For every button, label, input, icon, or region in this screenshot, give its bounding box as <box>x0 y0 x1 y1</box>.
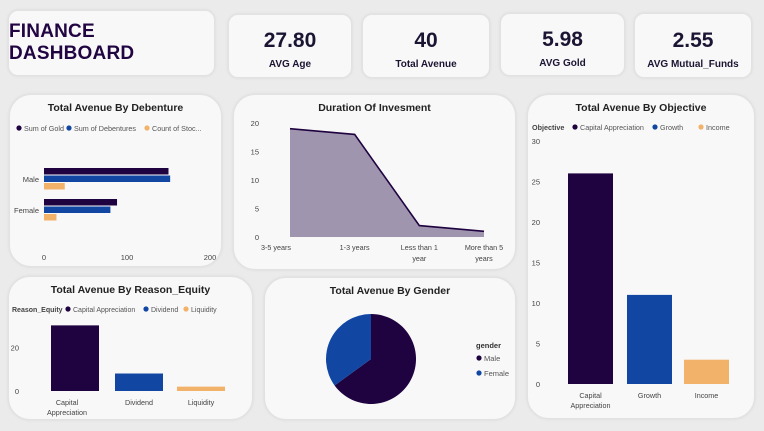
debenture-chart-card[interactable]: Total Avenue By Debenture Sum of Gold Sum… <box>9 94 222 267</box>
y-tick-label: 0 <box>255 233 259 242</box>
objective-bar-chart[interactable]: Objective Capital Appreciation Growth Incom… <box>528 95 755 419</box>
y-tick-label: 20 <box>532 218 540 227</box>
x-tick-label: 1-3 years <box>340 243 370 252</box>
x-tick-label: Liquidity <box>188 398 215 407</box>
kpi-label: Total Avenue <box>395 59 457 70</box>
gender-chart-card[interactable]: Total Avenue By Gender gender Male Female <box>264 277 516 420</box>
y-tick-label: 15 <box>251 148 259 157</box>
x-tick-label: 0 <box>42 253 46 262</box>
x-tick-label: 200 <box>204 253 217 262</box>
legend-label: Count of Stoc... <box>152 124 202 133</box>
legend-marker <box>143 306 149 312</box>
kpi-card-avg-gold[interactable]: 5.98 AVG Gold <box>500 13 625 76</box>
y-tick-label: 10 <box>532 299 540 308</box>
legend-marker <box>144 125 150 131</box>
legend-title: Objective <box>532 123 564 132</box>
bar <box>568 173 613 384</box>
objective-chart-card[interactable]: Total Avenue By Objective Objective Capit… <box>527 94 755 419</box>
legend-marker <box>698 124 704 130</box>
kpi-value: 27.80 <box>263 29 317 52</box>
category-label: Male <box>23 175 39 184</box>
legend-marker <box>476 370 482 376</box>
duration-chart-card[interactable]: Duration Of Invesment 0 5 10 15 20 3-5 years 1… <box>233 94 516 270</box>
y-tick-label: 20 <box>11 343 19 352</box>
legend-label: Sum of Debentures <box>74 124 136 133</box>
bar <box>44 175 171 182</box>
y-tick-label: 5 <box>255 205 259 214</box>
y-tick-label: 15 <box>532 259 540 268</box>
bar <box>627 294 672 384</box>
x-tick-label: Capital <box>579 391 602 400</box>
legend-label: Liquidity <box>191 307 217 314</box>
legend-marker <box>16 125 22 131</box>
kpi-label: AVG Mutual_Funds <box>647 59 739 70</box>
y-tick-label: 10 <box>251 176 259 185</box>
legend-marker <box>65 306 71 312</box>
legend-label: Growth <box>660 123 683 132</box>
x-tick-label: Appreciation <box>47 408 87 417</box>
debenture-bar-chart[interactable]: Sum of Gold Sum of Debentures Count of Sto… <box>10 95 222 267</box>
y-tick-label: 20 <box>251 119 259 128</box>
bar <box>115 373 163 391</box>
bar <box>684 359 729 384</box>
x-tick-label: Less than 1 <box>401 243 438 252</box>
legend-label: Sum of Gold <box>24 124 64 133</box>
x-tick-label: More than 5 <box>465 243 503 252</box>
legend-marker <box>572 124 578 130</box>
legend-label: Female <box>484 369 509 378</box>
x-tick-label: 100 <box>121 253 134 262</box>
legend-label: Male <box>484 354 500 363</box>
legend-title: Reason_Equity <box>12 307 63 314</box>
bar <box>44 214 57 221</box>
legend-label: Capital Appreciation <box>580 123 644 132</box>
x-tick-label: Dividend <box>125 398 153 407</box>
bar <box>44 206 111 213</box>
y-tick-label: 0 <box>15 387 19 396</box>
kpi-label: AVG Age <box>268 59 312 70</box>
kpi-card-avg-age[interactable]: 27.80 AVG Age <box>228 14 352 78</box>
bar <box>44 199 118 206</box>
duration-area-chart[interactable]: 0 5 10 15 20 3-5 years 1-3 years Less than 1 yea… <box>234 95 516 270</box>
reason-equity-bar-chart[interactable]: Reason_Equity Capital Appreciation Dividen… <box>9 277 253 420</box>
x-tick-label: Growth <box>638 391 661 400</box>
x-tick-label: 3-5 years <box>261 243 291 252</box>
legend-label: Capital Appreciation <box>73 307 135 314</box>
y-tick-label: 0 <box>536 380 540 389</box>
x-tick-label: Capital <box>56 398 79 407</box>
legend-marker <box>476 355 482 361</box>
x-tick-label: years <box>475 254 493 263</box>
kpi-label: AVG Gold <box>539 58 586 69</box>
kpi-value: 40 <box>414 29 438 52</box>
y-tick-label: 25 <box>532 178 540 187</box>
dashboard-title: FINANCE DASHBOARD <box>9 21 135 64</box>
legend-marker <box>183 306 189 312</box>
category-label: Female <box>14 206 39 215</box>
dashboard-title-card: FINANCE DASHBOARD <box>8 10 215 76</box>
x-tick-label: Appreciation <box>571 401 611 410</box>
kpi-value: 5.98 <box>542 28 583 51</box>
kpi-card-total-avenue[interactable]: 40 Total Avenue <box>362 14 490 78</box>
gender-pie-chart[interactable]: gender Male Female <box>265 278 516 420</box>
bar <box>177 386 225 391</box>
legend-title: gender <box>476 341 501 350</box>
x-tick-label: Income <box>695 391 719 400</box>
kpi-value: 2.55 <box>672 29 714 52</box>
legend-marker <box>652 124 658 130</box>
y-tick-label: 5 <box>536 340 540 349</box>
reason-equity-chart-card[interactable]: Total Avenue By Reason_Equity Reason_Equ… <box>8 276 253 420</box>
kpi-card-avg-mutual-funds[interactable]: 2.55 AVG Mutual_Funds <box>634 13 752 78</box>
bar <box>44 183 65 190</box>
y-tick-label: 30 <box>532 137 540 146</box>
bar <box>51 325 99 391</box>
x-tick-label: year <box>412 254 427 263</box>
legend-label: Income <box>706 123 730 132</box>
bar <box>44 168 169 175</box>
area-fill <box>290 128 484 237</box>
legend-label: Dividend <box>151 307 178 314</box>
legend-marker <box>66 125 72 131</box>
